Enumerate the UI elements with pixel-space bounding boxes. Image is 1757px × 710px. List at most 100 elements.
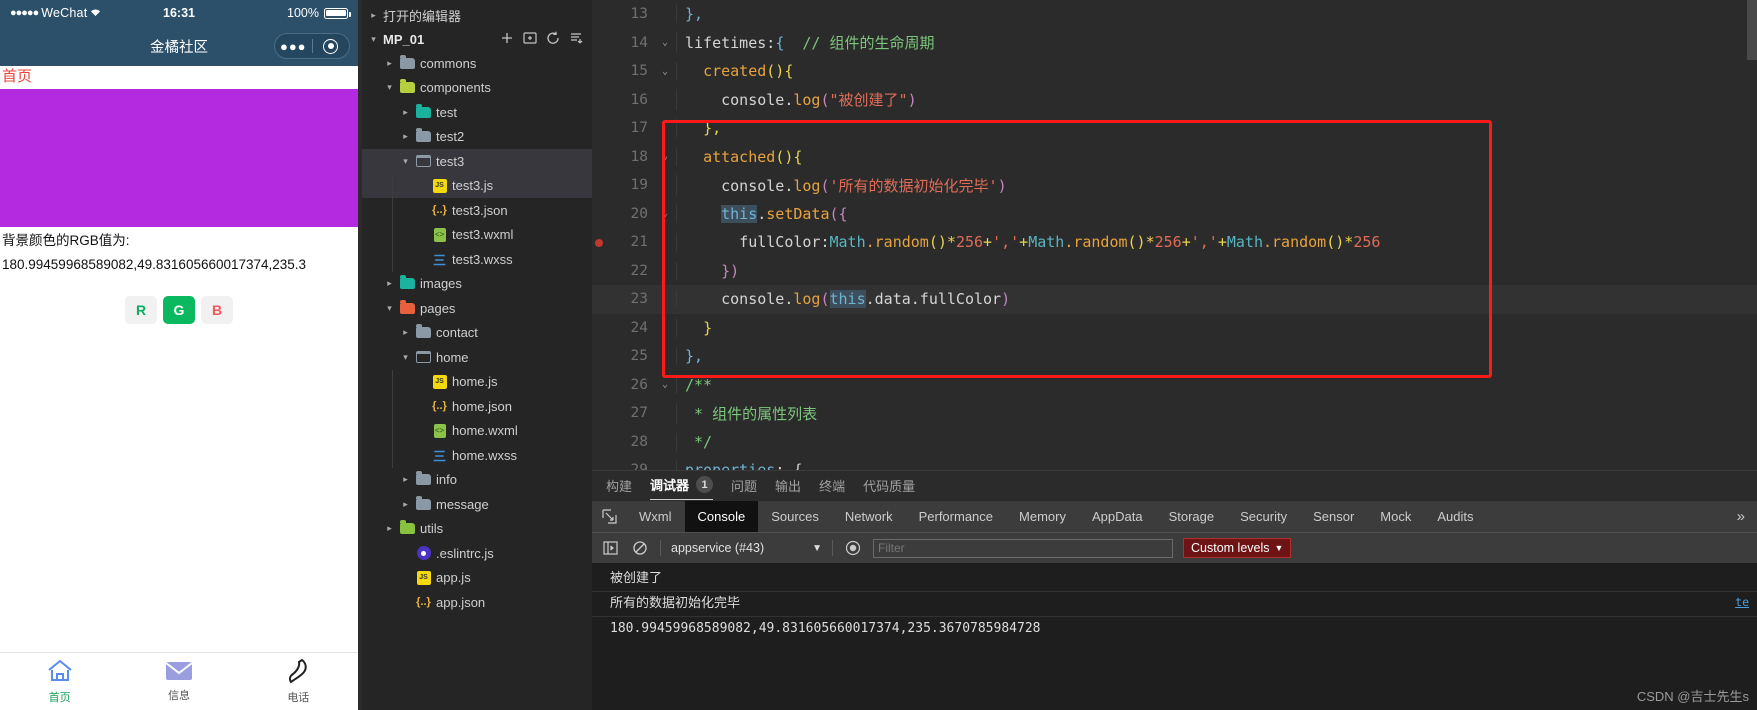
code-text[interactable]: console.log(this.data.fullColor) bbox=[676, 290, 1757, 309]
devtools-tab-mock[interactable]: Mock bbox=[1367, 501, 1424, 533]
chevron-down-icon[interactable]: ▼ bbox=[812, 543, 822, 554]
code-line[interactable]: 15 ⌄ created(){ bbox=[592, 57, 1757, 86]
code-text[interactable]: * 组件的属性列表 bbox=[676, 402, 1757, 424]
devtools-tab-performance[interactable]: Performance bbox=[906, 501, 1006, 533]
devtools-tab-memory[interactable]: Memory bbox=[1006, 501, 1079, 533]
chevron-right-icon[interactable]: ▸ bbox=[400, 499, 411, 510]
fold-toggle[interactable]: ⌄ bbox=[654, 208, 676, 219]
code-text[interactable]: } bbox=[676, 318, 1757, 337]
code-line[interactable]: 21 fullColor:Math.random()*256+','+Math.… bbox=[592, 228, 1757, 257]
panel-tab-build[interactable]: 构建 bbox=[606, 471, 632, 501]
tree-item-components[interactable]: ▾ components bbox=[362, 76, 592, 101]
chevron-right-icon[interactable]: ▸ bbox=[384, 278, 395, 289]
console-levels-dropdown[interactable]: Custom levels ▼ bbox=[1183, 538, 1292, 558]
tree-item-message[interactable]: ▸ message bbox=[362, 492, 592, 517]
devtools-tab-appdata[interactable]: AppData bbox=[1079, 501, 1156, 533]
tree-item-home-wxml[interactable]: <> home.wxml bbox=[362, 418, 592, 444]
tree-item-contact[interactable]: ▸ contact bbox=[362, 321, 592, 346]
code-line[interactable]: 29⌄properties: { bbox=[592, 456, 1757, 470]
code-line[interactable]: 25}, bbox=[592, 342, 1757, 371]
code-text[interactable]: }, bbox=[676, 347, 1757, 366]
tree-item-home-json[interactable]: {..} home.json bbox=[362, 394, 592, 419]
code-line[interactable]: 24 } bbox=[592, 314, 1757, 343]
devtools-more-button[interactable]: » bbox=[1725, 508, 1757, 525]
devtools-tab-sensor[interactable]: Sensor bbox=[1300, 501, 1367, 533]
console-filter-input[interactable] bbox=[873, 538, 1174, 558]
devtools-tab-wxml[interactable]: Wxml bbox=[626, 501, 685, 533]
console-message[interactable]: 180.99459968589082,49.831605660017374,23… bbox=[592, 617, 1757, 641]
console-context-select[interactable]: appservice (#43) ▼ bbox=[671, 541, 822, 555]
clear-console-icon[interactable] bbox=[630, 539, 650, 557]
breakpoint-marker[interactable] bbox=[592, 233, 606, 251]
collapse-all-icon[interactable] bbox=[569, 31, 583, 48]
console-message[interactable]: 被创建了 bbox=[592, 567, 1757, 593]
editor-scrollbar[interactable] bbox=[1747, 0, 1757, 60]
tab-message[interactable]: 信息 bbox=[119, 653, 238, 710]
tree-item-test3-wxml[interactable]: <> test3.wxml bbox=[362, 222, 592, 248]
code-text[interactable]: */ bbox=[676, 432, 1757, 451]
code-text[interactable]: created(){ bbox=[676, 62, 1757, 81]
tree-item-app-json[interactable]: {..} app.json bbox=[362, 590, 592, 615]
tree-item-info[interactable]: ▸ info bbox=[362, 468, 592, 493]
tree-item-images[interactable]: ▸ images bbox=[362, 272, 592, 297]
fold-toggle[interactable]: ⌄ bbox=[654, 151, 676, 162]
tree-item-test3-json[interactable]: {..} test3.json bbox=[362, 198, 592, 223]
code-text[interactable]: console.log("被创建了") bbox=[676, 89, 1757, 111]
fold-toggle[interactable]: ⌄ bbox=[654, 465, 676, 470]
devtools-tab-console[interactable]: Console bbox=[684, 500, 759, 533]
wechat-capsule-button[interactable]: ●●● bbox=[274, 33, 350, 59]
chevron-down-icon[interactable]: ▾ bbox=[384, 303, 395, 314]
console-sidebar-icon[interactable] bbox=[600, 539, 620, 557]
panel-tab-output[interactable]: 输出 bbox=[775, 471, 801, 501]
tree-item--eslintrc-js[interactable]: .eslintrc.js bbox=[362, 541, 592, 566]
tree-item-test3-wxss[interactable]: 三 test3.wxss bbox=[362, 247, 592, 272]
code-line[interactable]: 16 console.log("被创建了") bbox=[592, 86, 1757, 115]
tree-item-test2[interactable]: ▸ test2 bbox=[362, 125, 592, 150]
chevron-right-icon[interactable]: ▸ bbox=[384, 523, 395, 534]
tree-item-home-js[interactable]: JS home.js bbox=[362, 369, 592, 395]
tree-item-test3[interactable]: ▾ test3 bbox=[362, 149, 592, 174]
code-line[interactable]: 26 ⌄ /** bbox=[592, 371, 1757, 400]
code-line[interactable]: 13}, bbox=[592, 0, 1757, 29]
code-text[interactable]: }) bbox=[676, 261, 1757, 280]
panel-tab-debugger[interactable]: 调试器 1 bbox=[650, 471, 714, 501]
code-text[interactable]: }, bbox=[676, 119, 1757, 138]
chevron-right-icon[interactable]: ▸ bbox=[368, 10, 379, 21]
code-text[interactable]: console.log('所有的数据初始化完毕') bbox=[676, 174, 1757, 196]
panel-tab-problems[interactable]: 问题 bbox=[731, 471, 757, 501]
chevron-right-icon[interactable]: ▸ bbox=[400, 131, 411, 142]
tree-item-test3-js[interactable]: JS test3.js bbox=[362, 173, 592, 198]
fold-toggle[interactable]: ⌄ bbox=[654, 37, 676, 48]
new-folder-icon[interactable] bbox=[523, 31, 537, 47]
chevron-down-icon[interactable]: ▾ bbox=[400, 352, 411, 363]
panel-tab-terminal[interactable]: 终端 bbox=[819, 471, 845, 501]
chevron-right-icon[interactable]: ▸ bbox=[384, 58, 395, 69]
code-text[interactable]: properties: { bbox=[676, 461, 1757, 470]
fold-toggle[interactable]: ⌄ bbox=[654, 66, 676, 77]
rgb-button-b[interactable]: B bbox=[201, 296, 233, 325]
devtools-tab-sources[interactable]: Sources bbox=[758, 501, 832, 533]
code-text[interactable]: lifetimes:{ // 组件的生命周期 bbox=[676, 32, 1757, 54]
open-editors-section[interactable]: ▸ 打开的编辑器 bbox=[362, 3, 592, 27]
chevron-right-icon[interactable]: ▸ bbox=[400, 474, 411, 485]
chevron-down-icon[interactable]: ▾ bbox=[368, 34, 379, 45]
tree-item-home-wxss[interactable]: 三 home.wxss bbox=[362, 443, 592, 468]
console-source-link[interactable]: te bbox=[1735, 594, 1749, 612]
code-text[interactable]: fullColor:Math.random()*256+','+Math.ran… bbox=[676, 233, 1757, 252]
code-line[interactable]: 17 }, bbox=[592, 114, 1757, 143]
code-line[interactable]: 23 console.log(this.data.fullColor) bbox=[592, 285, 1757, 314]
tree-item-commons[interactable]: ▸ commons bbox=[362, 51, 592, 76]
rgb-button-r[interactable]: R bbox=[125, 296, 157, 325]
chevron-right-icon[interactable]: ▸ bbox=[400, 107, 411, 118]
code-line[interactable]: 18 ⌄ attached(){ bbox=[592, 143, 1757, 172]
code-text[interactable]: /** bbox=[676, 375, 1757, 394]
tree-item-utils[interactable]: ▸ utils bbox=[362, 517, 592, 542]
code-line[interactable]: 28 */ bbox=[592, 428, 1757, 457]
tree-item-app-js[interactable]: JS app.js bbox=[362, 566, 592, 591]
eye-icon[interactable] bbox=[843, 539, 863, 557]
devtools-tab-security[interactable]: Security bbox=[1227, 501, 1300, 533]
inspect-element-icon[interactable] bbox=[592, 509, 626, 524]
code-text[interactable]: attached(){ bbox=[676, 147, 1757, 166]
code-line[interactable]: 22 }) bbox=[592, 257, 1757, 286]
panel-tab-code-quality[interactable]: 代码质量 bbox=[863, 471, 915, 501]
